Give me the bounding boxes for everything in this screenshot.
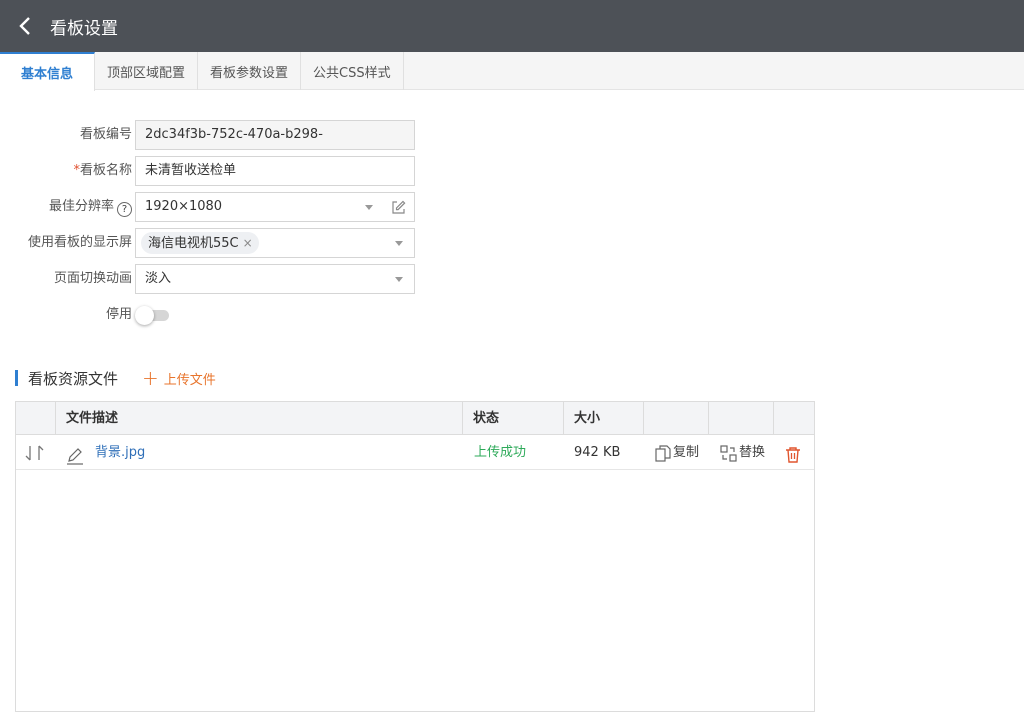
plus-icon: + [142,366,159,390]
form-row-disabled: 停用 [0,300,420,330]
table-row: 背景.jpg 上传成功 942 KB 复制 替换 [16,436,814,470]
upload-file-button[interactable]: + 上传文件 [142,366,216,390]
help-icon[interactable]: ? [117,202,132,217]
copy-icon [655,444,671,462]
chevron-down-icon [365,205,373,210]
file-size: 942 KB [574,445,621,460]
tab-public-css[interactable]: 公共CSS样式 [301,52,404,90]
sort-icon [25,445,44,461]
name-input[interactable]: 未清暂收送检单 [135,156,415,186]
resources-title: 看板资源文件 [28,369,119,388]
replace-icon [720,444,737,462]
back-button[interactable] [0,0,50,52]
screen-label: 使用看板的显示屏 [27,235,132,250]
rename-button[interactable] [66,445,84,465]
app-header: 看板设置 [0,0,1024,52]
code-field: 2dc34f3b-752c-470a-b298-6e577e1e5755 [135,120,415,170]
tab-board-params[interactable]: 看板参数设置 [198,52,302,90]
screen-tag: 海信电视机55C × [141,232,259,254]
upload-file-label: 上传文件 [163,372,216,388]
screen-multiselect[interactable]: 海信电视机55C × [135,228,415,258]
page-title: 看板设置 [50,18,118,39]
sort-handle[interactable] [24,444,46,462]
disabled-label: 停用 [105,307,132,322]
file-name-link[interactable]: 背景.jpg [95,436,145,470]
header-sort-col [16,402,56,435]
header-delete-col [774,402,814,435]
upload-status: 上传成功 [474,445,527,460]
form-row-transition: 页面切换动画 淡入 [0,264,420,294]
resolution-value: 1920×1080 [145,199,223,214]
header-replace-col [709,402,774,435]
resolution-label: 最佳分辨率? [49,192,132,222]
resources-table: 文件描述 状态 大小 背景.jpg 上传成功 942 KB 复制 替换 [15,401,815,712]
code-label: 看板编号 [79,127,132,142]
form-row-screen: 使用看板的显示屏 海信电视机55C × [0,228,420,258]
delete-button[interactable] [784,444,802,463]
header-status: 状态 [463,402,564,435]
form-row-name: *看板名称 未清暂收送检单 [0,156,420,186]
transition-label: 页面切换动画 [53,271,132,286]
tab-top-area-config[interactable]: 顶部区域配置 [95,52,199,90]
trash-icon [786,447,800,463]
replace-label: 替换 [739,445,766,460]
table-header: 文件描述 状态 大小 [16,402,814,435]
resolution-label-text: 最佳分辨率 [48,199,114,214]
header-copy-col [644,402,709,435]
resources-section-header: 看板资源文件 + 上传文件 [15,368,216,388]
header-size: 大小 [564,402,644,435]
edit-icon[interactable] [391,200,406,215]
name-label-text: 看板名称 [79,163,132,178]
header-file-desc: 文件描述 [56,402,463,435]
screen-tag-label: 海信电视机55C [148,236,239,251]
tag-close-icon[interactable]: × [243,236,253,250]
copy-button[interactable]: 复制 [655,436,699,470]
toggle-knob [135,306,154,325]
tab-bar: 基本信息 顶部区域配置 看板参数设置 公共CSS样式 [0,52,1024,91]
name-label: *看板名称 [73,156,132,186]
chevron-down-icon [395,241,403,246]
resolution-select[interactable]: 1920×1080 [135,192,415,222]
chevron-down-icon [395,277,403,282]
disabled-toggle[interactable] [135,305,169,325]
section-accent-bar [15,370,18,386]
transition-value: 淡入 [145,271,172,286]
pencil-icon [67,448,83,465]
form-row-code: 看板编号 2dc34f3b-752c-470a-b298-6e577e1e575… [0,120,420,170]
transition-select[interactable]: 淡入 [135,264,415,294]
chevron-left-icon [19,17,30,35]
tab-basic-info[interactable]: 基本信息 [0,52,96,91]
replace-button[interactable]: 替换 [720,436,765,470]
copy-label: 复制 [673,445,700,460]
form-row-resolution: 最佳分辨率? 1920×1080 [0,192,420,222]
